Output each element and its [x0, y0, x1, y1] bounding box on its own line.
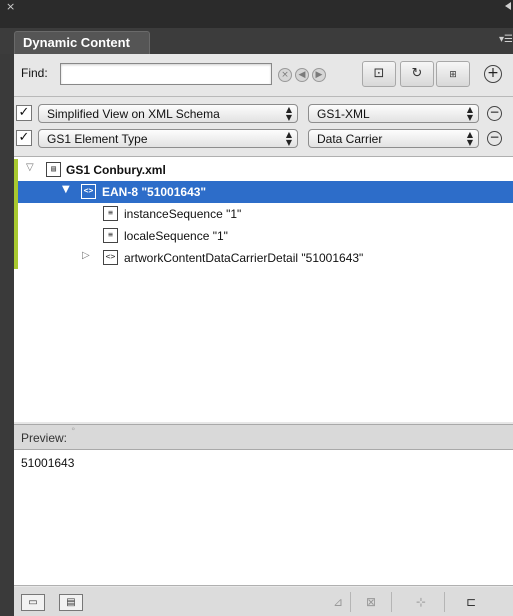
next-result-icon[interactable]: ▶ [312, 68, 326, 82]
preview-header: Preview: ° [14, 424, 513, 450]
tab-strip: Dynamic Content [0, 28, 513, 54]
resize-handle-icon[interactable]: ° [71, 427, 76, 437]
updown-arrows-icon: ▲ ▼ [466, 130, 474, 147]
tree-item-root[interactable]: ▽ ▤ GS1 Conbury.xml [14, 159, 513, 181]
filter-1-schema-select[interactable]: Simplified View on XML Schema ▲ ▼ [38, 104, 298, 123]
filter-1-schema-value: Simplified View on XML Schema [47, 107, 220, 121]
place-content-icon[interactable]: ⊏ [456, 592, 486, 612]
fit-frame-icon[interactable]: ⊠ [356, 592, 386, 612]
select-element-button[interactable]: ⊡ [362, 61, 396, 87]
status-marker [14, 247, 18, 269]
divider [14, 96, 513, 97]
updown-arrows-icon: ▲ ▼ [285, 130, 293, 147]
insert-xml-icon: ⊞ [449, 70, 457, 80]
attribute-icon: ≡ [103, 228, 118, 243]
refresh-icon: ↻ [411, 66, 423, 81]
tree-item-label: localeSequence "1" [124, 229, 228, 243]
element-icon: <> [103, 250, 118, 265]
updown-arrows-icon: ▲ ▼ [285, 105, 293, 122]
refresh-button[interactable]: ↻ [400, 61, 434, 87]
divider [444, 592, 445, 612]
filter-1-standard-value: GS1-XML [317, 107, 370, 121]
filter-2-type-select[interactable]: GS1 Element Type ▲ ▼ [38, 129, 298, 148]
list-view-button[interactable]: ▤ [59, 594, 83, 611]
element-icon: <> [81, 184, 96, 199]
find-label: Find: [21, 66, 48, 80]
tree-root-label: GS1 Conbury.xml [66, 163, 166, 177]
single-view-button[interactable]: ▭ [21, 594, 45, 611]
filter-row: ✓ GS1 Element Type ▲ ▼ Data Carrier ▲ ▼ − [14, 128, 513, 152]
close-icon[interactable]: × [6, 0, 15, 13]
filter-1-checkbox[interactable]: ✓ [16, 105, 32, 121]
status-marker [14, 181, 18, 203]
remove-filter-2-icon[interactable]: − [487, 131, 502, 146]
expanded-triangle-icon[interactable]: ▼ [62, 184, 70, 195]
tree-item-label: instanceSequence "1" [124, 207, 242, 221]
validate-icon[interactable]: ⊿ [323, 592, 353, 612]
collapse-panel-icon[interactable] [505, 2, 511, 10]
add-element-icon[interactable]: ⊹ [406, 592, 436, 612]
collapsed-triangle-icon[interactable]: ▷ [82, 250, 90, 261]
filter-2-checkbox[interactable]: ✓ [16, 130, 32, 146]
filter-2-value-select[interactable]: Data Carrier ▲ ▼ [308, 129, 479, 148]
select-element-icon: ⊡ [373, 66, 385, 81]
tree-item-ean8[interactable]: ▼ <> EAN-8 "51001643" [14, 181, 513, 203]
tree-item-attribute[interactable]: ≡ instanceSequence "1" [14, 203, 513, 225]
tab-dynamic-content[interactable]: Dynamic Content [14, 31, 150, 54]
preview-label: Preview: [21, 431, 68, 445]
updown-arrows-icon: ▲ ▼ [466, 105, 474, 122]
single-view-icon: ▭ [28, 597, 38, 608]
dynamic-content-panel: Find: × ◀ ▶ ⊡ ↻ ⊞ + ✓ Simplified View on… [14, 54, 513, 616]
find-input[interactable] [60, 63, 272, 85]
xml-tree: ▽ ▤ GS1 Conbury.xml ▼ <> EAN-8 "51001643… [14, 156, 513, 422]
add-filter-icon[interactable]: + [484, 65, 502, 83]
preview-pane: 51001643 [14, 450, 513, 586]
filter-1-standard-select[interactable]: GS1-XML ▲ ▼ [308, 104, 479, 123]
remove-filter-1-icon[interactable]: − [487, 106, 502, 121]
previous-result-icon[interactable]: ◀ [295, 68, 309, 82]
xml-document-icon: ▤ [46, 162, 61, 177]
find-bar: Find: × ◀ ▶ ⊡ ↻ ⊞ + [14, 54, 513, 96]
filter-row: ✓ Simplified View on XML Schema ▲ ▼ GS1-X… [14, 103, 513, 127]
tree-item-detail[interactable]: ▷ <> artworkContentDataCarrierDetail "51… [14, 247, 513, 269]
list-view-icon: ▤ [66, 597, 76, 608]
expanded-triangle-icon[interactable]: ▽ [26, 162, 34, 173]
tree-item-label: EAN-8 "51001643" [102, 185, 207, 199]
preview-value: 51001643 [21, 456, 75, 470]
tree-item-attribute[interactable]: ≡ localeSequence "1" [14, 225, 513, 247]
status-marker [14, 159, 18, 181]
divider [391, 592, 392, 612]
filter-2-value-value: Data Carrier [317, 132, 383, 146]
filter-2-type-value: GS1 Element Type [47, 132, 148, 146]
insert-xml-button[interactable]: ⊞ [436, 61, 470, 87]
panel-titlebar: × [0, 0, 513, 28]
panel-menu-icon[interactable]: ▾☰ [499, 34, 513, 45]
attribute-icon: ≡ [103, 206, 118, 221]
clear-search-icon[interactable]: × [278, 68, 292, 82]
status-marker [14, 203, 18, 225]
bottom-toolbar: ▭ ▤ ⊿ ⊠ ⊹ ⊏ [14, 587, 513, 616]
status-marker [14, 225, 18, 247]
tree-item-label: artworkContentDataCarrierDetail "5100164… [124, 251, 364, 265]
